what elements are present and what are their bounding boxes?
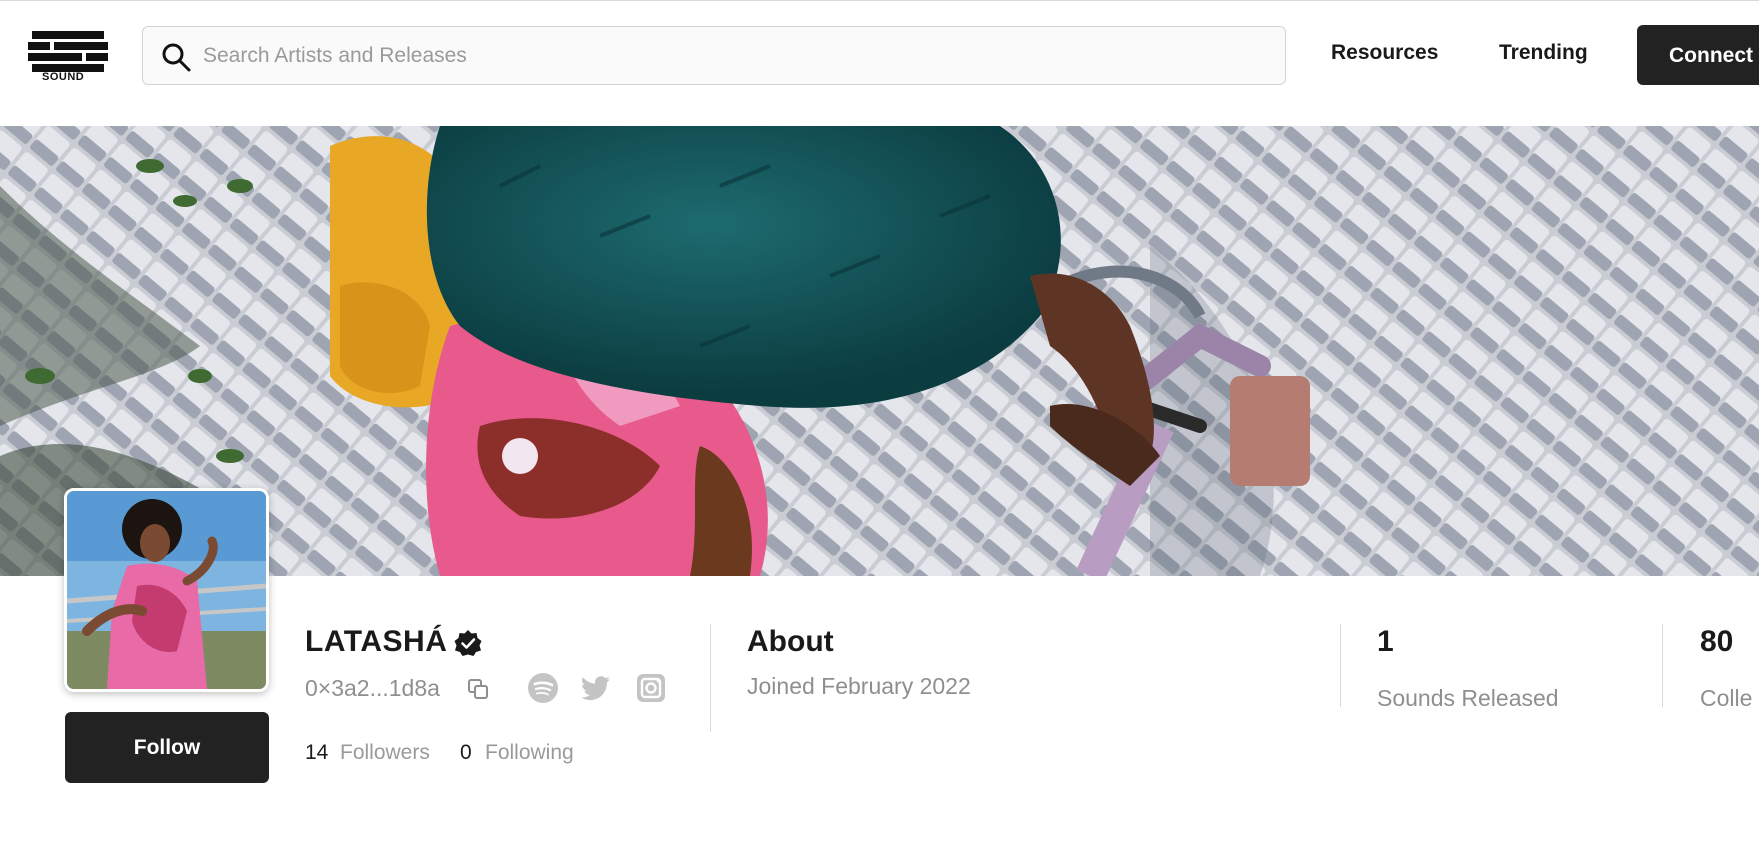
sound-logo[interactable]: SOUND: [28, 31, 108, 83]
followers-count: 14: [305, 741, 329, 764]
site-header: SOUND Resources Trending Connect: [0, 1, 1759, 126]
collectors-label: Colle: [1700, 685, 1753, 711]
search-icon: [162, 43, 191, 72]
artist-avatar[interactable]: [64, 488, 269, 692]
search-bar[interactable]: [142, 26, 1286, 85]
avatar-image: [67, 491, 266, 689]
logo-text: SOUND: [42, 71, 85, 83]
copy-icon[interactable]: [466, 677, 490, 701]
follow-button[interactable]: Follow: [65, 712, 269, 783]
instagram-icon[interactable]: [635, 672, 667, 704]
artist-name: LATASHÁ: [305, 625, 448, 658]
following-count: 0: [460, 741, 472, 764]
wallet-address: 0×3a2...1d8a: [305, 675, 440, 701]
followers-link[interactable]: Followers: [340, 741, 430, 765]
spotify-icon[interactable]: [527, 672, 559, 704]
stats-divider: [1662, 624, 1663, 707]
search-input[interactable]: [203, 27, 1273, 84]
section-divider: [710, 624, 711, 732]
sounds-released-label: Sounds Released: [1377, 685, 1559, 711]
logo-mark-icon: [28, 31, 108, 72]
nav-trending-link[interactable]: Trending: [1499, 41, 1588, 65]
stat-collectors-clip: 80 Colle: [1700, 610, 1759, 730]
verified-check-icon: [454, 630, 482, 656]
nav-resources-link[interactable]: Resources: [1331, 41, 1438, 65]
about-heading: About: [747, 625, 834, 658]
twitter-icon[interactable]: [580, 672, 612, 704]
joined-date: Joined February 2022: [747, 673, 971, 699]
connect-button[interactable]: Connect: [1637, 25, 1759, 85]
following-link[interactable]: Following: [485, 741, 574, 765]
collectors-count: 80: [1700, 625, 1734, 658]
sounds-released-count: 1: [1377, 625, 1394, 658]
stats-divider: [1340, 624, 1341, 707]
